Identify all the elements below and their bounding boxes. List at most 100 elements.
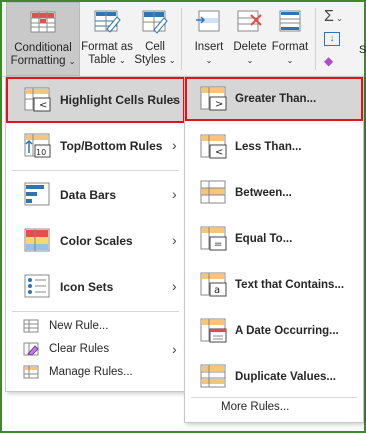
insert-cells-icon [195,9,223,35]
format-as-table-icon [93,9,121,35]
svg-text:a: a [214,285,220,296]
menu-item-label: Clear Rules [49,343,110,355]
autosum-button[interactable]: Σ ⌄ [324,8,343,26]
cell-styles-button[interactable]: Cell Styles ⌄ [134,2,176,74]
submenu-item-a-date-occurring[interactable]: A Date Occurring... [185,309,363,353]
delete-cells-icon [236,9,264,35]
menu-separator [12,170,179,171]
chevron-right-icon: › [172,186,177,202]
conditional-formatting-icon [29,10,57,36]
equal-to-icon: = [199,224,229,254]
chevron-down-icon: ⌄ [168,56,176,65]
ribbon-separator [181,8,182,70]
svg-text:>: > [215,99,223,110]
new-rule-icon [23,319,39,333]
cell-styles-label-1: Cell [145,41,165,53]
chevron-down-icon: ⌄ [205,56,213,65]
submenu-item-duplicate-values[interactable]: Duplicate Values... [185,355,363,399]
menu-item-icon-sets[interactable]: Icon Sets › [6,264,185,310]
format-table-label-2: Table ⌄ [88,54,126,66]
format-button[interactable]: Format ⌄ [270,2,310,74]
eraser-icon: ◆ [324,54,334,68]
format-table-label-1: Format as [81,41,133,53]
submenu-item-text-that-contains[interactable]: a Text that Contains... [185,263,363,307]
menu-item-label: Highlight Cells Rules [60,93,181,107]
chevron-down-icon: ⌄ [246,56,254,65]
fill-down-icon: ↓ [329,33,335,44]
submenu-item-label: Greater Than... [235,93,317,105]
submenu-item-less-than[interactable]: < Less Than... [185,125,363,169]
menu-item-label: Icon Sets [60,280,114,294]
color-scales-icon [23,226,53,256]
chevron-right-icon: › [172,341,177,357]
format-cells-icon [276,9,304,35]
menu-item-label: Manage Rules... [49,366,133,378]
submenu-item-between[interactable]: Between... [185,171,363,215]
insert-label: Insert [194,41,224,53]
submenu-item-label: A Date Occurring... [235,325,339,337]
delete-button[interactable]: Delete ⌄ [230,2,270,74]
svg-text:<: < [39,100,47,111]
sigma-icon: Σ [324,8,334,25]
format-label: Format [271,41,309,53]
menu-item-top-bottom-rules[interactable]: 10 Top/Bottom Rules › [6,123,185,169]
submenu-item-equal-to[interactable]: = Equal To... [185,217,363,261]
data-bars-icon [23,180,53,210]
submenu-item-label: Duplicate Values... [235,371,336,383]
highlight-cells-submenu: > Greater Than... < Less Than... Between… [184,76,364,423]
menu-item-label: Top/Bottom Rules [60,139,163,153]
ribbon: Conditional Formatting ⌄ Format as Table… [2,2,366,77]
menu-item-clear-rules[interactable]: Clear Rules › [6,338,185,360]
clear-button[interactable]: ◆ [324,54,333,68]
less-than-icon: < [199,132,229,162]
insert-button[interactable]: Insert ⌄ [188,2,230,74]
svg-text:=: = [214,239,222,250]
menu-item-color-scales[interactable]: Color Scales › [6,218,185,264]
chevron-right-icon: › [172,137,177,153]
conditional-formatting-menu: < Highlight Cells Rules › 10 Top/Bottom … [5,76,186,392]
conditional-label-2: Formatting ⌄ [10,55,76,67]
menu-item-label: New Rule... [49,320,109,332]
more-rules-link[interactable]: More Rules... [221,401,289,413]
chevron-down-icon: ⌄ [333,14,343,23]
menu-item-new-rule[interactable]: New Rule... [6,315,185,337]
conditional-label-1: Conditional [14,42,72,54]
menu-item-manage-rules[interactable]: Manage Rules... [6,361,185,383]
submenu-item-label: Text that Contains... [235,279,345,291]
menu-item-label: Data Bars [60,188,117,202]
highlight-cells-icon: < [23,85,53,115]
format-as-table-button[interactable]: Format as Table ⌄ [81,2,133,74]
manage-rules-icon [23,365,39,379]
svg-text:10: 10 [36,148,46,157]
sort-filter-label-cut: S [359,44,366,56]
submenu-item-label: Less Than... [235,141,302,153]
chevron-right-icon: › [172,232,177,248]
submenu-item-label: Equal To... [235,233,293,245]
menu-separator [191,397,357,398]
chevron-down-icon: ⌄ [68,57,76,66]
delete-label: Delete [233,41,267,53]
text-contains-icon: a [199,270,229,300]
icon-sets-icon [23,272,53,302]
submenu-item-label: Between... [235,187,292,199]
clear-rules-icon [23,342,39,356]
submenu-item-greater-than[interactable]: > Greater Than... [185,77,363,121]
chevron-down-icon: ⌄ [286,56,294,65]
ribbon-separator [315,8,316,70]
between-icon [199,178,229,208]
fill-button[interactable]: ↓ [324,32,340,46]
chevron-right-icon: › [172,278,177,294]
chevron-down-icon: ⌄ [119,56,126,65]
duplicate-values-icon [199,362,229,392]
greater-than-icon: > [199,84,229,114]
menu-item-label: Color Scales [60,234,133,248]
cell-styles-label-2: Styles ⌄ [134,54,176,66]
cell-styles-icon [141,9,169,35]
date-occurring-icon [199,316,229,346]
menu-item-data-bars[interactable]: Data Bars › [6,172,185,218]
conditional-formatting-button[interactable]: Conditional Formatting ⌄ [6,2,80,76]
menu-item-highlight-cells-rules[interactable]: < Highlight Cells Rules › [6,77,185,123]
menu-separator [12,311,179,312]
svg-text:<: < [215,147,223,158]
chevron-right-icon: › [172,91,177,107]
